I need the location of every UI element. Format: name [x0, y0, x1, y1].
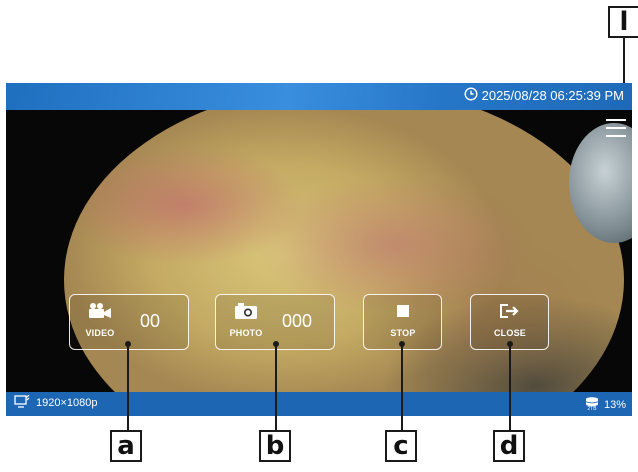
resolution-text: 1920×1080p — [36, 397, 98, 409]
callout-d-line — [509, 344, 511, 430]
callout-d: d — [493, 430, 525, 462]
endoscope-view — [64, 85, 624, 416]
stop-label: STOP — [390, 328, 416, 338]
callout-b-label: b — [265, 431, 285, 461]
photo-label: PHOTO — [229, 328, 263, 338]
callout-a: a — [110, 430, 142, 462]
callout-c-dot — [399, 341, 405, 347]
callout-b-line — [275, 344, 277, 430]
callout-d-label: d — [499, 431, 519, 461]
callout-c: c — [385, 430, 417, 462]
clock-icon — [464, 87, 478, 104]
resolution-icon — [14, 394, 30, 411]
resolution-indicator: 1920×1080p — [14, 394, 98, 411]
datetime-display: 2025/08/28 06:25:39 PM — [464, 87, 624, 104]
close-label: CLOSE — [493, 328, 526, 338]
photo-camera-icon — [234, 303, 258, 324]
exit-icon — [499, 303, 521, 324]
storage-indicator: 2TB 13% — [585, 397, 626, 412]
callout-c-line — [401, 344, 403, 430]
video-camera-icon — [88, 303, 112, 324]
callout-l-label: l — [619, 7, 629, 37]
top-bar: 2025/08/28 06:25:39 PM — [6, 83, 632, 110]
callout-a-line — [127, 344, 129, 430]
device-screen: 2025/08/28 06:25:39 PM VIDEO 00 PHOTO 00… — [6, 83, 632, 416]
callout-l: l — [608, 6, 638, 38]
video-count: 00 — [140, 311, 161, 331]
callout-c-label: c — [393, 431, 409, 461]
callout-d-dot — [507, 341, 513, 347]
storage-icon: 2TB — [585, 397, 599, 412]
stop-icon — [395, 303, 411, 324]
storage-capacity: 2TB — [587, 406, 597, 412]
storage-used: 13% — [603, 398, 626, 411]
callout-a-label: a — [117, 431, 135, 461]
callout-b-dot — [273, 341, 279, 347]
callout-b: b — [259, 430, 291, 462]
status-bar: 1920×1080p 2TB 13% — [6, 392, 632, 416]
datetime-text: 2025/08/28 06:25:39 PM — [481, 88, 624, 103]
callout-a-dot — [125, 341, 131, 347]
photo-count: 000 — [282, 311, 313, 331]
video-label: VIDEO — [85, 328, 115, 338]
menu-icon[interactable] — [606, 119, 626, 137]
